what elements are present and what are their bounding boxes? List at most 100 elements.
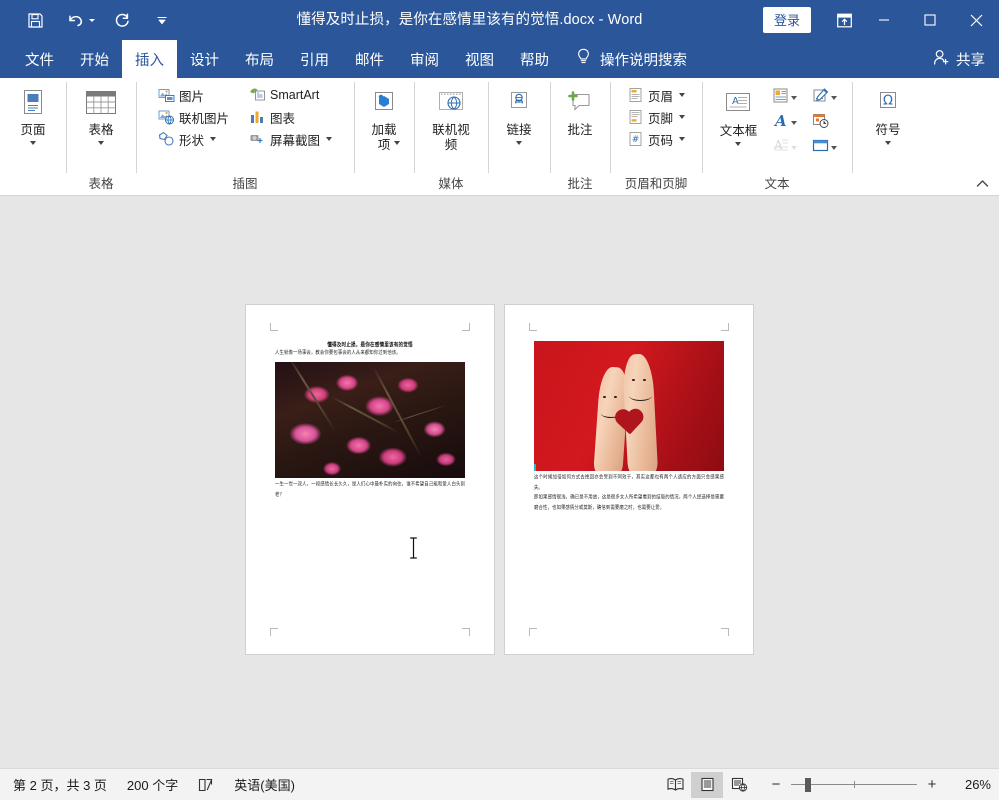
table-dropdown-caret-icon[interactable] xyxy=(98,141,104,145)
shapes-label: 形状 xyxy=(179,130,204,149)
status-bar-right: − + 26% xyxy=(659,769,991,800)
footer-button[interactable]: 页脚 xyxy=(622,106,690,128)
zoom-in-button[interactable]: + xyxy=(925,775,939,795)
online-pictures-button[interactable]: 联机图片 xyxy=(153,106,234,128)
text-box-dropdown-caret-icon[interactable] xyxy=(735,142,741,146)
chevron-up-icon[interactable] xyxy=(973,175,991,191)
tab-layout[interactable]: 布局 xyxy=(232,40,287,78)
smartart-button[interactable]: SmartArt xyxy=(244,84,337,106)
screenshot-label: 屏幕截图 xyxy=(270,130,320,149)
date-time-button[interactable] xyxy=(808,110,833,136)
tab-view[interactable]: 视图 xyxy=(452,40,507,78)
tab-mailings[interactable]: 邮件 xyxy=(342,40,397,78)
tab-review[interactable]: 审阅 xyxy=(397,40,452,78)
customize-quick-access-toolbar-icon[interactable] xyxy=(149,7,175,33)
ribbon-group-links-label xyxy=(488,191,550,195)
maximize-icon[interactable] xyxy=(907,0,953,40)
drop-cap-button[interactable]: A xyxy=(768,135,801,161)
web-layout-view-button[interactable] xyxy=(723,772,755,798)
svg-text:#: # xyxy=(632,135,640,145)
header-button[interactable]: 页眉 xyxy=(622,84,690,106)
document-page-2[interactable]: 这个时候加倍如何方式去挽回亦会受到不同效于，其实这都也有两个人适应的方面只会感果… xyxy=(504,304,754,655)
new-comment-button[interactable]: 批注 xyxy=(557,82,603,139)
word-count[interactable]: 200 个字 xyxy=(117,769,188,800)
undo-icon[interactable] xyxy=(62,7,88,33)
zoom-control: − + 26% xyxy=(769,775,991,795)
page-number-caret-icon[interactable] xyxy=(679,137,685,141)
addins-button[interactable]: 加载 项 xyxy=(361,82,407,146)
language-indicator[interactable]: 英语(美国) xyxy=(224,769,305,800)
proofing-errors-icon[interactable] xyxy=(188,769,224,800)
save-icon[interactable] xyxy=(22,7,48,33)
ribbon-group-addins-label xyxy=(354,191,414,195)
wordart-button[interactable]: A xyxy=(768,110,801,136)
share-button[interactable]: 共享 xyxy=(933,40,985,78)
shapes-caret-icon[interactable] xyxy=(210,137,216,141)
page-indicator[interactable]: 第 2 页，共 3 页 xyxy=(3,769,117,800)
pages-button[interactable]: 页面 xyxy=(10,82,56,146)
wordart-caret-icon[interactable] xyxy=(791,121,797,125)
table-button[interactable]: 表格 xyxy=(75,82,127,146)
tab-insert[interactable]: 插入 xyxy=(122,40,177,78)
quick-parts-button[interactable] xyxy=(768,85,801,111)
symbol-dropdown-caret-icon[interactable] xyxy=(885,141,891,145)
footer-caret-icon[interactable] xyxy=(679,115,685,119)
drop-cap-caret-icon[interactable] xyxy=(791,146,797,150)
screenshot-icon xyxy=(249,131,266,148)
link-dropdown-caret-icon[interactable] xyxy=(516,141,522,145)
redo-icon[interactable] xyxy=(109,7,135,33)
signature-line-caret-icon[interactable] xyxy=(831,96,837,100)
object-button[interactable] xyxy=(808,135,841,161)
page-2-content[interactable]: 这个时候加倍如何方式去挽回亦会受到不同效于，其实这都也有两个人适应的方面只会感果… xyxy=(534,341,724,511)
picture-button[interactable]: 图片 xyxy=(153,84,234,106)
sign-in-button[interactable]: 登录 xyxy=(763,7,811,33)
document-canvas[interactable]: 懂得及时止损，是你在感情里该有的觉悟 人生就像一场事会，教会你要包事会的人从来都… xyxy=(0,196,999,768)
read-mode-view-button[interactable] xyxy=(659,772,691,798)
page-1-content[interactable]: 懂得及时止损，是你在感情里该有的觉悟 人生就像一场事会，教会你要包事会的人从来都… xyxy=(275,341,465,498)
pages-dropdown-caret-icon[interactable] xyxy=(30,141,36,145)
document-page-1[interactable]: 懂得及时止损，是你在感情里该有的觉悟 人生就像一场事会，教会你要包事会的人从来都… xyxy=(245,304,495,655)
undo-dropdown-caret-icon[interactable] xyxy=(89,19,95,22)
screenshot-caret-icon[interactable] xyxy=(326,137,332,141)
close-icon[interactable] xyxy=(953,0,999,40)
symbol-button[interactable]: Ω 符号 xyxy=(865,82,911,146)
addins-dropdown-caret-icon[interactable] xyxy=(394,141,400,145)
object-icon xyxy=(812,137,829,159)
document-paragraph: 即如果感情很浅，确已是不用放，这是很多女人所希望看到的结局的情况，两个人经选择是… xyxy=(534,492,724,513)
zoom-out-button[interactable]: − xyxy=(769,775,783,795)
picture-icon xyxy=(158,87,175,104)
quick-parts-caret-icon[interactable] xyxy=(791,96,797,100)
ribbon-group-symbols: Ω 符号 xyxy=(852,78,924,195)
tab-file[interactable]: 文件 xyxy=(12,40,67,78)
link-button[interactable]: 链接 xyxy=(496,82,542,146)
ribbon-group-links: 链接 xyxy=(488,78,550,195)
header-caret-icon[interactable] xyxy=(679,93,685,97)
undo-button[interactable] xyxy=(62,7,95,33)
tab-design[interactable]: 设计 xyxy=(177,40,232,78)
two-fingers-heart-photo[interactable] xyxy=(534,341,724,471)
ribbon-group-illustrations-label: 插图 xyxy=(136,177,354,195)
tab-references[interactable]: 引用 xyxy=(287,40,342,78)
ribbon-group-media: 联机视频 媒体 xyxy=(414,78,488,195)
tab-help[interactable]: 帮助 xyxy=(507,40,562,78)
print-layout-view-button[interactable] xyxy=(691,772,723,798)
online-video-button[interactable]: 联机视频 xyxy=(420,82,482,154)
page-number-button[interactable]: # 页码 xyxy=(622,128,690,150)
text-box-button[interactable]: A 文本框 xyxy=(713,82,765,147)
zoom-slider-midpoint xyxy=(854,781,855,788)
zoom-level-label[interactable]: 26% xyxy=(957,777,991,792)
tab-home[interactable]: 开始 xyxy=(67,40,122,78)
object-caret-icon[interactable] xyxy=(831,146,837,150)
signature-line-button[interactable] xyxy=(808,85,841,111)
zoom-slider-thumb[interactable] xyxy=(805,778,811,792)
signature-line-icon xyxy=(812,87,829,109)
tell-me-search[interactable]: 操作说明搜索 xyxy=(562,40,699,78)
plum-blossom-photo[interactable] xyxy=(275,362,465,478)
chart-button[interactable]: 图表 xyxy=(244,106,337,128)
ribbon-display-options-icon[interactable] xyxy=(827,0,861,40)
smartart-label: SmartArt xyxy=(270,88,319,102)
shapes-button[interactable]: 形状 xyxy=(153,128,234,150)
screenshot-button[interactable]: 屏幕截图 xyxy=(244,128,337,150)
minimize-icon[interactable] xyxy=(861,0,907,40)
zoom-slider[interactable] xyxy=(791,775,917,795)
